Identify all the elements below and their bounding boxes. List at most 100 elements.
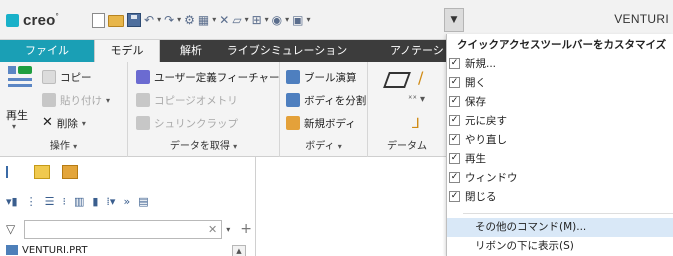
tree-root-item[interactable]: VENTURI.PRT xyxy=(6,243,88,256)
window-dropdown-icon[interactable]: ▾ xyxy=(212,12,216,28)
chevron-down-icon: ▾ xyxy=(233,142,238,151)
ribbon-tabbar: ファイル モデル 解析 ライブシミュレーション アノテーシ xyxy=(0,40,446,62)
tab-file[interactable]: ファイル xyxy=(0,40,94,62)
new-file-icon[interactable] xyxy=(92,12,105,28)
split-body-button[interactable]: ボディを分割 xyxy=(286,91,366,109)
new-body-button[interactable]: 新規ボディ xyxy=(286,114,356,132)
tab-model[interactable]: モデル xyxy=(94,40,160,62)
open-folder-icon[interactable] xyxy=(108,15,124,27)
group-body: ブール演算 ボディを分割 新規ボディ ボディ ▾ xyxy=(280,62,368,157)
tree-columns-icon[interactable]: ⋮ xyxy=(26,195,37,209)
appearance-dropdown-icon[interactable]: ▾ xyxy=(285,12,289,28)
split-body-icon xyxy=(286,93,300,107)
appearance-icon[interactable]: ◉ xyxy=(272,12,282,28)
layer-icon[interactable]: ▮ xyxy=(92,195,98,209)
shrinkwrap-button[interactable]: シュリンクラップ xyxy=(136,114,238,132)
ribbon: 再生 ▾ コピー 貼り付け ▾ ✕ 削除 ▾ 操作 ▾ ユーザー定義フィーチャー… xyxy=(0,62,446,157)
close-window-icon[interactable]: ✕ xyxy=(219,12,229,28)
menu-item-redo[interactable]: ✓ やり直し xyxy=(447,131,673,150)
display-icon[interactable]: ▣ xyxy=(292,12,303,28)
folder-browser-tab-icon[interactable] xyxy=(34,165,50,179)
copy-geometry-label: コピージオメトリ xyxy=(154,94,238,107)
group-datum-footer[interactable]: データム xyxy=(368,139,446,155)
split-body-label: ボディを分割 xyxy=(304,94,367,107)
undo-dropdown-icon[interactable]: ▾ xyxy=(157,12,161,28)
checkbox-icon: ✓ xyxy=(449,172,460,183)
tab-annotation[interactable]: アノテーシ xyxy=(352,40,446,62)
more-icon[interactable]: » xyxy=(123,195,130,209)
delete-button[interactable]: ✕ 削除 ▾ xyxy=(42,114,86,132)
display-dropdown-icon[interactable]: ▾ xyxy=(307,12,311,28)
save-icon[interactable] xyxy=(127,13,141,27)
plane-icon[interactable] xyxy=(383,72,411,88)
boolean-operation-button[interactable]: ブール演算 xyxy=(286,68,357,86)
group-operations: 再生 ▾ コピー 貼り付け ▾ ✕ 削除 ▾ 操作 ▾ xyxy=(0,62,128,157)
shrinkwrap-label: シュリンクラップ xyxy=(154,117,238,130)
group-get-data-footer[interactable]: データを取得 ▾ xyxy=(128,139,279,155)
tab-analysis[interactable]: 解析 xyxy=(160,40,222,62)
regenerate-dropdown-icon[interactable]: ▾ xyxy=(12,122,16,131)
undo-icon[interactable]: ↶ xyxy=(144,12,154,28)
copy-geometry-button[interactable]: コピージオメトリ xyxy=(136,91,238,109)
paste-icon xyxy=(42,93,56,107)
menu-item-new[interactable]: ✓ 新規... xyxy=(447,55,673,74)
part-icon xyxy=(6,245,18,255)
menu-item-regenerate[interactable]: ✓ 再生 xyxy=(447,150,673,169)
new-body-label: 新規ボディ xyxy=(304,117,356,130)
udf-icon xyxy=(136,70,150,84)
menu-divider xyxy=(463,213,673,214)
model-tree-tab-icon[interactable] xyxy=(6,166,22,178)
qat-customize-dropdown[interactable]: ▼ xyxy=(444,8,464,32)
add-icon[interactable]: + xyxy=(240,221,252,237)
tab-live-simulation[interactable]: ライブシミュレーション xyxy=(222,40,352,62)
expand-icon[interactable]: ☰ xyxy=(45,195,55,209)
regenerate-button[interactable]: 再生 xyxy=(6,107,28,123)
scroll-up-icon[interactable]: ▲ xyxy=(232,245,246,256)
filter-icon[interactable]: ▽ xyxy=(6,222,20,236)
clear-icon[interactable]: ✕ xyxy=(208,221,217,238)
filter-settings-icon[interactable]: ⁞▾ xyxy=(106,195,115,209)
delete-icon: ✕ xyxy=(42,115,53,130)
plane-dropdown-icon[interactable]: ▾ xyxy=(245,12,249,28)
export-icon[interactable]: ▤ xyxy=(138,195,148,209)
menu-item-save[interactable]: ✓ 保存 xyxy=(447,93,673,112)
menu-item-window[interactable]: ✓ ウィンドウ xyxy=(447,169,673,188)
boolean-label: ブール演算 xyxy=(304,71,357,84)
user-defined-feature-button[interactable]: ユーザー定義フィーチャー xyxy=(136,68,279,86)
show-icon[interactable]: ▥ xyxy=(74,195,84,209)
axis-icon[interactable]: / xyxy=(418,68,423,87)
checkbox-icon: ✓ xyxy=(449,191,460,202)
copy-button[interactable]: コピー xyxy=(42,68,92,86)
view-icon[interactable]: ⊞ xyxy=(252,12,262,28)
paste-dropdown-icon[interactable]: ▾ xyxy=(106,96,110,105)
regenerate-big-icon[interactable] xyxy=(8,66,34,92)
collapse-icon[interactable]: ⁝ xyxy=(62,195,66,209)
menu-item-open[interactable]: ✓ 開く xyxy=(447,74,673,93)
point-icon[interactable]: ˣˣ ▾ xyxy=(408,94,425,105)
qat-icons: ↶ ▾ ↷ ▾ ⚙ ▦ ▾ ✕ ▱ ▾ ⊞ ▾ ◉ ▾ ▣ ▾ xyxy=(92,10,311,30)
regenerate-icon[interactable]: ⚙ xyxy=(184,12,195,28)
coordinate-system-icon[interactable]: ⅃ xyxy=(412,116,420,132)
delete-label: 削除 xyxy=(56,117,78,130)
redo-icon[interactable]: ↷ xyxy=(164,12,174,28)
settings-dropdown-icon[interactable]: ▾▮ xyxy=(6,195,18,209)
favorites-tab-icon[interactable] xyxy=(62,165,78,179)
redo-dropdown-icon[interactable]: ▾ xyxy=(177,12,181,28)
search-dropdown-icon[interactable]: ▾ xyxy=(226,225,230,234)
tree-search-input[interactable]: ✕ xyxy=(23,219,223,239)
plane-icon[interactable]: ▱ xyxy=(232,12,241,28)
group-body-footer[interactable]: ボディ ▾ xyxy=(280,139,367,155)
menu-item-show-below-ribbon[interactable]: リボンの下に表示(S) xyxy=(447,237,673,256)
new-body-icon xyxy=(286,116,300,130)
menu-item-close[interactable]: ✓ 閉じる xyxy=(447,188,673,207)
paste-button[interactable]: 貼り付け ▾ xyxy=(42,91,110,109)
window-icon[interactable]: ▦ xyxy=(198,12,209,28)
boolean-icon xyxy=(286,70,300,84)
menu-item-more-commands[interactable]: その他のコマンド(M)... xyxy=(447,218,673,237)
window-title: VENTURI xyxy=(614,12,669,26)
view-dropdown-icon[interactable]: ▾ xyxy=(265,12,269,28)
menu-header: クイックアクセスツールバーをカスタマイズ xyxy=(457,39,667,51)
group-operations-footer[interactable]: 操作 ▾ xyxy=(0,139,127,155)
delete-dropdown-icon[interactable]: ▾ xyxy=(82,119,86,128)
menu-item-undo[interactable]: ✓ 元に戻す xyxy=(447,112,673,131)
